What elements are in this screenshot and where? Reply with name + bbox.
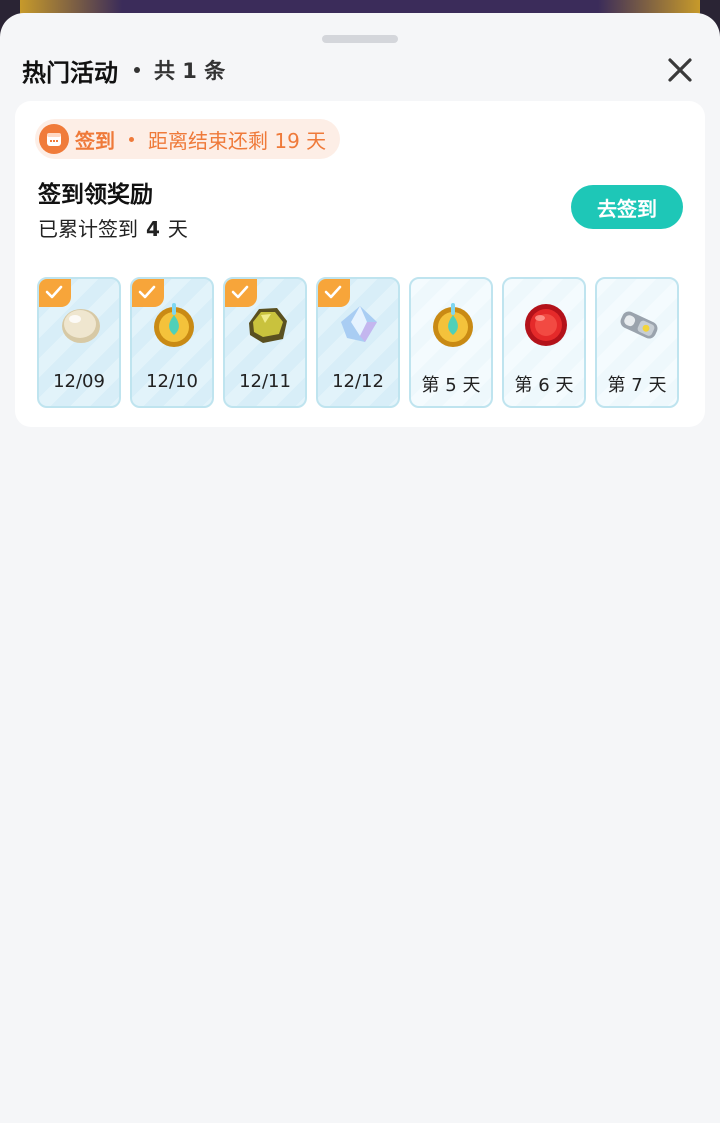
time-remaining: 距离结束还剩 19 天 <box>148 128 327 153</box>
day-label: 12/11 <box>239 371 291 392</box>
checkin-day[interactable]: 12/10 <box>130 277 214 408</box>
activity-tag: 签到 距离结束还剩 19 天 <box>35 119 341 159</box>
sheet-header: 热门活动 共 1 条 <box>22 53 225 87</box>
sheet-title: 热门活动 <box>22 58 118 87</box>
checkin-progress: 已累计签到 4 天 <box>38 213 188 242</box>
checkin-day[interactable]: 12/12 <box>316 277 400 408</box>
progress-prefix: 已累计签到 <box>38 217 138 241</box>
day-label: 12/10 <box>146 371 198 392</box>
tag-label: 签到 <box>75 128 115 153</box>
checkin-day[interactable]: 12/09 <box>37 277 121 408</box>
progress-days: 4 <box>146 217 160 241</box>
day-label: 12/12 <box>332 371 384 392</box>
progress-suffix: 天 <box>167 217 188 241</box>
activity-count: 共 1 条 <box>154 59 226 83</box>
bottom-sheet: 热门活动 共 1 条 签到 距离结束还剩 19 天 签到领奖励 已累计签到 4 … <box>0 13 720 1123</box>
gold-coin-icon <box>429 301 477 349</box>
day-label: 第 5 天 <box>421 375 481 396</box>
close-button[interactable] <box>662 53 698 87</box>
day-label: 第 6 天 <box>514 375 574 396</box>
gold-coin-icon <box>150 301 198 349</box>
activity-card[interactable]: 签到 距离结束还剩 19 天 签到领奖励 已累计签到 4 天 去签到 12/09… <box>15 101 705 427</box>
checkin-day[interactable]: 第 6 天 <box>502 277 586 408</box>
checkin-button[interactable]: 去签到 <box>571 185 683 229</box>
pearl-icon <box>57 301 105 349</box>
checkin-day[interactable]: 12/11 <box>223 277 307 408</box>
bottle-cap-icon <box>522 301 570 349</box>
checkin-day[interactable]: 第 7 天 <box>595 277 679 408</box>
separator-dot <box>134 67 140 73</box>
separator-dot <box>129 136 134 142</box>
gold-nugget-icon <box>243 301 291 349</box>
crystal-icon <box>336 301 384 349</box>
checkin-day[interactable]: 第 5 天 <box>409 277 493 408</box>
day-label: 12/09 <box>53 371 105 392</box>
sheet-grabber[interactable] <box>322 35 398 43</box>
checkin-days-row: 12/09 12/10 12/11 12/12 第 5 天 第 6 天 第 7 … <box>37 277 683 410</box>
day-label: 第 7 天 <box>607 375 667 396</box>
activity-title: 签到领奖励 <box>38 182 153 208</box>
pull-tab-icon <box>615 301 663 349</box>
calendar-icon <box>39 124 69 154</box>
close-icon <box>668 58 692 82</box>
